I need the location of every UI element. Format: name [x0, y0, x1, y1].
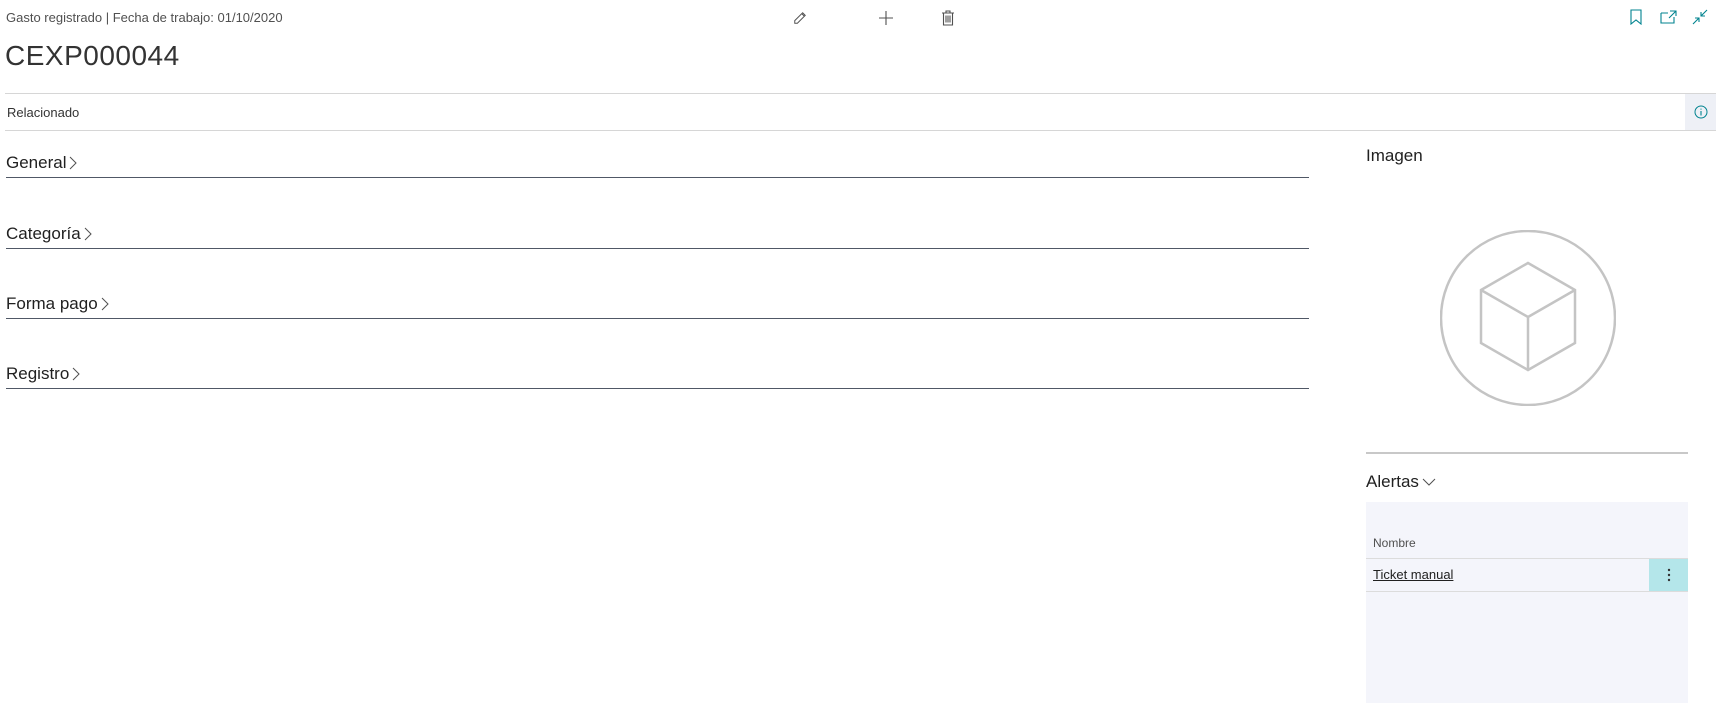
- edit-button[interactable]: [793, 6, 807, 30]
- more-vertical-icon: [1667, 568, 1670, 582]
- chevron-right-icon: [72, 367, 81, 381]
- section-forma-pago[interactable]: Forma pago: [6, 291, 1309, 319]
- open-new-window-button[interactable]: [1658, 7, 1678, 27]
- factbox-toggle-button[interactable]: [1685, 94, 1716, 130]
- top-bar: Gasto registrado | Fecha de trabajo: 01/…: [0, 0, 1722, 36]
- factbox-divider: [1366, 452, 1688, 454]
- collapse-button[interactable]: [1690, 7, 1710, 27]
- section-title: General: [6, 153, 78, 173]
- row-actions-button[interactable]: [1649, 559, 1688, 591]
- image-factbox-title: Imagen: [1366, 146, 1423, 165]
- section-label: Registro: [6, 364, 70, 383]
- image-placeholder[interactable]: [1439, 229, 1617, 407]
- section-title: Forma pago: [6, 294, 109, 314]
- section-categoria[interactable]: Categoría: [6, 221, 1309, 249]
- collapse-icon: [1692, 9, 1708, 25]
- section-registro[interactable]: Registro: [6, 361, 1309, 389]
- chevron-right-icon: [101, 297, 109, 311]
- section-title: Categoría: [6, 224, 92, 244]
- record-actions: [793, 6, 979, 30]
- chevron-down-icon: [1422, 478, 1436, 486]
- open-new-window-icon: [1659, 10, 1677, 24]
- section-label: Categoría: [6, 224, 81, 243]
- page-caption: Gasto registrado | Fecha de trabajo: 01/…: [6, 10, 283, 25]
- related-menu[interactable]: Relacionado: [7, 105, 79, 120]
- image-factbox: Imagen: [1366, 146, 1688, 166]
- alerts-title: Alertas: [1366, 472, 1419, 491]
- cube-icon: [1439, 229, 1617, 407]
- bookmark-icon: [1630, 9, 1642, 25]
- alerts-factbox-header[interactable]: Alertas: [1366, 472, 1436, 492]
- alert-name-link[interactable]: Ticket manual: [1373, 567, 1453, 582]
- page-actions: [1626, 7, 1710, 27]
- info-icon: [1694, 105, 1707, 119]
- chevron-right-icon: [84, 227, 92, 241]
- chevron-right-icon: [70, 156, 78, 170]
- pencil-icon: [794, 12, 806, 24]
- section-label: General: [6, 153, 67, 172]
- column-header-nombre[interactable]: Nombre: [1373, 536, 1416, 550]
- trash-icon: [942, 10, 954, 26]
- section-general[interactable]: General: [6, 150, 1309, 178]
- table-row[interactable]: Ticket manual: [1366, 558, 1688, 592]
- section-title: Registro: [6, 364, 81, 384]
- section-label: Forma pago: [6, 294, 98, 313]
- delete-button[interactable]: [917, 6, 979, 30]
- alerts-list: Nombre Ticket manual: [1366, 502, 1688, 703]
- related-bar: Relacionado: [5, 93, 1716, 131]
- bookmark-button[interactable]: [1626, 7, 1646, 27]
- record-title: CEXP000044: [5, 40, 180, 71]
- plus-icon: [879, 11, 893, 25]
- new-button[interactable]: [855, 6, 917, 30]
